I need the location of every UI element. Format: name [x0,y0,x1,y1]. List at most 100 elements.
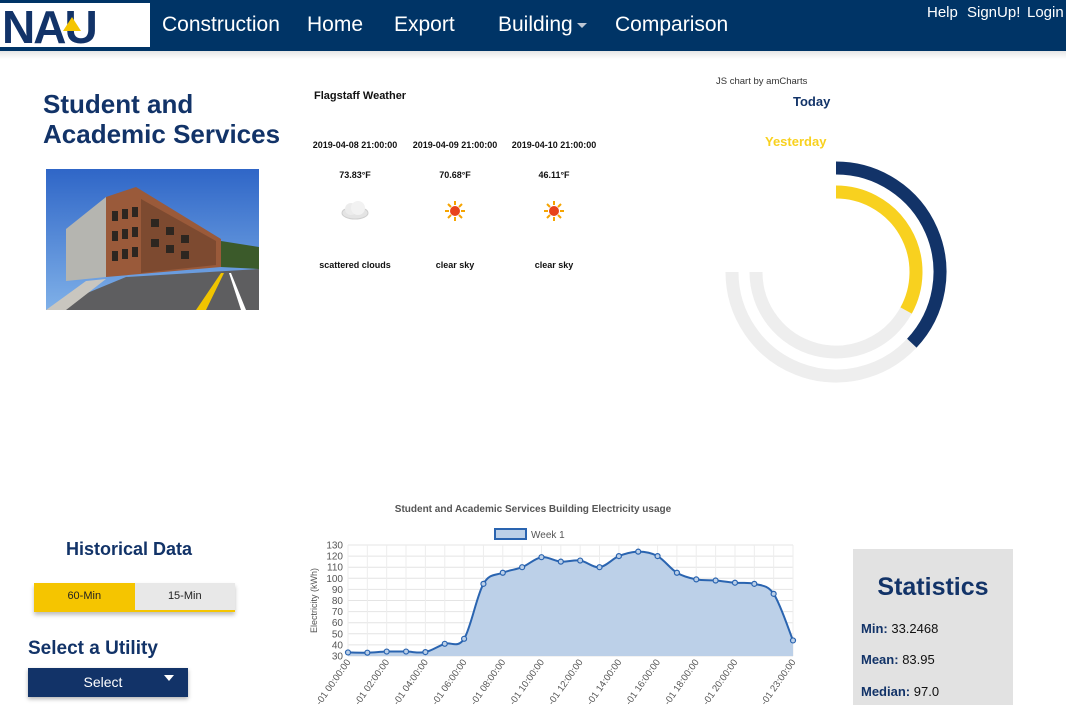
stat-median-label: Median: [861,684,911,699]
utility-select-value: Select [83,674,123,690]
nav-construction[interactable]: Construction [162,13,280,37]
logo-text: NAU [2,3,96,47]
navbar-shadow [0,51,1066,59]
nav-building-label: Building [498,13,573,36]
nav-export[interactable]: Export [394,13,455,37]
data-point [712,577,719,584]
x-tick-label: -01 04:00:00 [391,657,431,705]
weather-day-1: 2019-04-08 21:00:00 73.83°F scattered cl… [300,140,410,270]
stat-median-value: 97.0 [913,684,940,699]
chart-title: Student and Academic Services Building E… [395,504,672,515]
data-point [693,576,700,583]
interval-toggle: 60-Min 15-Min [34,583,235,612]
data-point [364,649,371,656]
y-tick-label: 50 [332,629,344,640]
y-tick-label: 90 [332,585,344,596]
weather-date: 2019-04-08 21:00:00 [312,140,398,150]
data-point [557,558,564,565]
top-navbar: NAU Construction Home Export Building Co… [0,0,1066,51]
weather-title: Flagstaff Weather [314,90,407,102]
statistics-title: Statistics [877,573,989,601]
cloud-icon [300,200,410,260]
x-tick-label: -01 14:00:00 [585,657,625,705]
data-point [422,649,429,656]
nav-help[interactable]: Help [927,4,958,21]
y-tick-label: 80 [332,596,344,607]
select-utility-title: Select a Utility [28,638,158,659]
y-tick-label: 60 [332,618,344,629]
legend-swatch [494,528,527,540]
stat-min-value: 33.2468 [891,621,939,636]
weather-date: 2019-04-09 21:00:00 [412,140,498,150]
building-title-line1: Student and [43,89,194,119]
historical-data-title: Historical Data [66,539,193,559]
x-tick-label: -01 20:00:00 [701,657,741,705]
weather-temp: 73.83°F [339,170,371,180]
utility-select[interactable]: Select [28,668,188,697]
weather-day-2: 2019-04-09 21:00:00 70.68°F clear sky [400,140,510,270]
data-point [344,649,352,656]
stat-mean-label: Mean: [861,652,899,667]
x-tick-label: -01 23:00:00 [759,657,799,705]
interval-60-min[interactable]: 60-Min [34,583,135,612]
x-tick-label: -01 16:00:00 [623,657,663,705]
sun-icon [400,200,510,260]
weather-desc: clear sky [435,260,475,270]
building-photo [46,169,259,310]
building-title: Student and Academic Services [43,89,303,149]
building-title-line2: Academic Services [43,119,281,149]
data-point [635,548,642,555]
nav-signup[interactable]: SignUp! [967,4,1020,21]
y-tick-label: 120 [326,552,343,563]
data-point [402,648,410,655]
data-point [577,557,584,564]
weather-temp: 70.68°F [439,170,471,180]
stat-mean-value: 83.95 [902,652,935,667]
x-tick-label: -01 10:00:00 [507,657,547,705]
nav-home[interactable]: Home [307,13,363,37]
data-point [615,552,622,560]
x-tick-label: -01 12:00:00 [546,657,586,705]
data-point [480,580,487,587]
data-point [460,635,468,642]
usage-gauge [725,161,947,383]
data-point [596,564,603,571]
y-tick-label: 130 [326,541,343,552]
weather-desc: scattered clouds [319,260,391,270]
y-tick-label: 110 [327,563,343,574]
nau-logo[interactable]: NAU [0,3,150,47]
statistics-panel: Statistics Min: 33.2468 Mean: 83.95 Medi… [853,549,1013,705]
data-point [751,580,758,587]
y-tick-label: 100 [326,574,343,585]
stat-min-label: Min: [861,621,888,636]
nav-building-dropdown[interactable]: Building [498,13,587,37]
data-point [441,640,448,647]
data-point [538,554,545,561]
data-point [519,564,526,571]
weather-desc: clear sky [534,260,574,270]
x-tick-label: -01 08:00:00 [469,657,509,705]
data-point [673,569,681,576]
electricity-chart: Student and Academic Services Building E… [300,498,800,707]
weather-date: 2019-04-10 21:00:00 [511,140,597,150]
interval-15-min[interactable]: 15-Min [134,583,235,612]
stat-mean: Mean: 83.95 [861,652,935,667]
data-point [654,552,661,560]
stat-min: Min: 33.2468 [861,621,938,636]
data-point [789,637,797,644]
amcharts-credit[interactable]: JS chart by amCharts [716,76,807,87]
stat-median: Median: 97.0 [861,684,939,699]
data-point [499,569,506,576]
gauge-yesterday-arc [835,185,923,314]
x-tick-label: -01 00:00:00 [314,657,354,705]
x-tick-label: -01 02:00:00 [353,657,393,705]
gauge-yesterday-label: Yesterday [765,134,827,149]
y-axis-label: Electricity (kWh) [309,568,319,633]
x-tick-label: -01 06:00:00 [430,657,470,705]
chevron-down-icon [576,22,587,28]
sun-icon [499,200,609,260]
nav-comparison[interactable]: Comparison [615,13,728,37]
nav-login[interactable]: Login [1027,4,1064,21]
caret-down-icon [164,675,174,681]
data-point [731,579,739,586]
